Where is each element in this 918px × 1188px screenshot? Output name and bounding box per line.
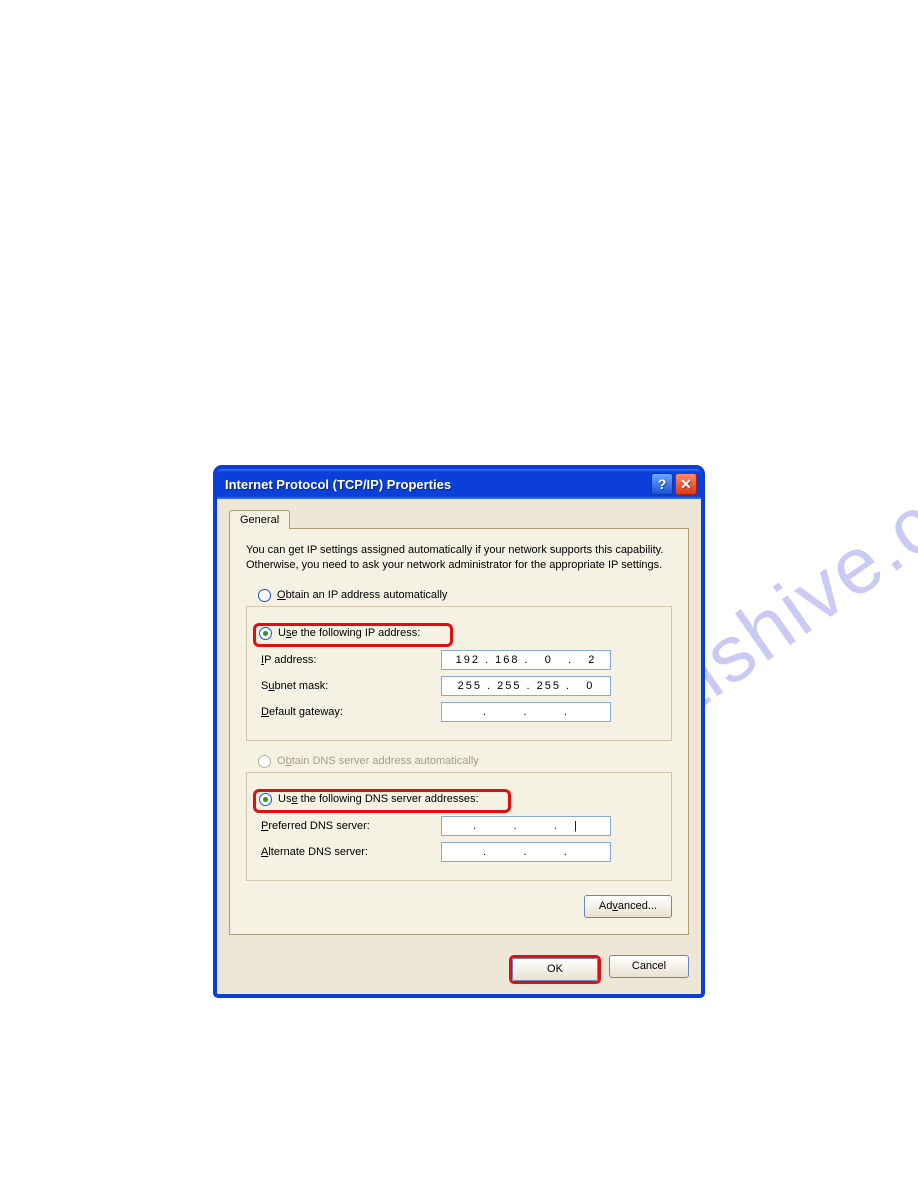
subnet-mask-label: Subnet mask: <box>261 680 441 692</box>
field-ip-address: IP address: <box>261 650 657 670</box>
field-alternate-dns: Alternate DNS server: <box>261 842 657 862</box>
tab-panel-general: You can get IP settings assigned automat… <box>229 528 689 935</box>
radio-dot-icon <box>263 631 268 636</box>
default-gateway-label: Default gateway: <box>261 706 441 718</box>
radio-icon <box>258 589 271 602</box>
ip-fieldset: Use the following IP address: IP address… <box>246 606 672 741</box>
highlight-ok: OK <box>509 955 601 984</box>
radio-obtain-ip-auto[interactable]: Obtain an IP address automatically <box>258 589 672 602</box>
radio-obtain-dns-auto: Obtain DNS server address automatically <box>258 755 672 768</box>
ip-address-input[interactable] <box>441 650 611 670</box>
help-icon: ? <box>658 476 667 492</box>
titlebar[interactable]: Internet Protocol (TCP/IP) Properties ? … <box>217 469 701 499</box>
window-title: Internet Protocol (TCP/IP) Properties <box>225 477 649 492</box>
radio-use-dns[interactable]: Use the following DNS server addresses: <box>259 793 485 806</box>
ok-button[interactable]: OK <box>512 958 598 981</box>
default-gateway-input[interactable] <box>441 702 611 722</box>
subnet-mask-input[interactable] <box>441 676 611 696</box>
radio-label: Use the following IP address: <box>278 627 420 639</box>
tab-general[interactable]: General <box>229 510 290 529</box>
tab-strip: General <box>229 510 689 529</box>
cancel-button[interactable]: Cancel <box>609 955 689 978</box>
radio-icon <box>259 627 272 640</box>
field-default-gateway: Default gateway: <box>261 702 657 722</box>
alternate-dns-input[interactable] <box>441 842 611 862</box>
advanced-row: Advanced... <box>246 895 672 918</box>
radio-label: Obtain an IP address automatically <box>277 589 447 601</box>
preferred-dns-label: Preferred DNS server: <box>261 820 441 832</box>
alternate-dns-label: Alternate DNS server: <box>261 846 441 858</box>
description-text: You can get IP settings assigned automat… <box>246 543 672 573</box>
close-button[interactable]: ✕ <box>675 473 697 495</box>
dns-fieldset: Use the following DNS server addresses: … <box>246 772 672 881</box>
dialog-window: Internet Protocol (TCP/IP) Properties ? … <box>214 466 704 997</box>
close-icon: ✕ <box>680 476 692 493</box>
ip-address-label: IP address: <box>261 654 441 666</box>
field-preferred-dns: Preferred DNS server: <box>261 816 657 836</box>
radio-icon <box>258 755 271 768</box>
field-subnet-mask: Subnet mask: <box>261 676 657 696</box>
preferred-dns-input[interactable] <box>441 816 611 836</box>
radio-dot-icon <box>263 797 268 802</box>
dialog-footer: OK Cancel <box>217 947 701 994</box>
dialog-body: General You can get IP settings assigned… <box>217 499 701 947</box>
radio-obtain-ip-auto-text: btain an IP address automatically <box>286 589 448 601</box>
radio-icon <box>259 793 272 806</box>
radio-label: Use the following DNS server addresses: <box>278 793 479 805</box>
radio-label: Obtain DNS server address automatically <box>277 755 479 767</box>
radio-use-ip[interactable]: Use the following IP address: <box>259 627 426 640</box>
help-button[interactable]: ? <box>651 473 673 495</box>
advanced-button[interactable]: Advanced... <box>584 895 672 918</box>
